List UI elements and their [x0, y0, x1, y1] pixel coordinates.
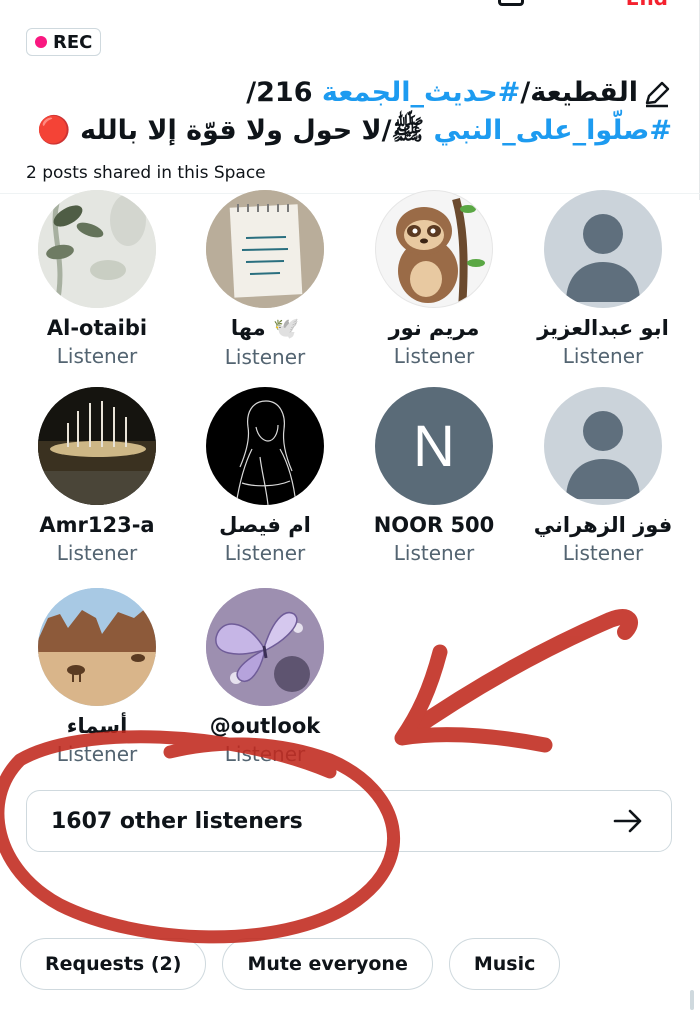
listener-name: NOOR 500 — [373, 513, 495, 537]
listener-card[interactable]: فوز الزهراني Listener — [528, 387, 678, 565]
other-listeners-button[interactable]: 1607 other listeners — [26, 790, 672, 852]
listener-card[interactable]: مها 🕊️ Listener — [190, 190, 340, 369]
top-bar: End — [0, 0, 700, 20]
listener-name: ابو عبدالعزيز — [537, 316, 669, 340]
listener-role: Listener — [56, 541, 138, 565]
listener-role: Listener — [393, 344, 475, 368]
listener-card[interactable]: مريم نور Listener — [359, 190, 509, 368]
listener-role: Listener — [224, 742, 306, 766]
listener-role: Listener — [224, 345, 306, 369]
listener-role: Listener — [224, 541, 306, 565]
music-button[interactable]: Music — [448, 938, 561, 990]
avatar-letter: N — [413, 413, 455, 479]
listener-role: Listener — [56, 344, 138, 368]
title-line1-pre: القطيعة/ — [520, 77, 638, 108]
listener-name: مها 🕊️ — [230, 316, 300, 340]
listener-role: Listener — [562, 344, 644, 368]
default-avatar — [544, 387, 662, 505]
arrow-right-icon — [613, 809, 642, 833]
listener-role: Listener — [56, 742, 138, 766]
listener-name: @outlook — [209, 714, 321, 738]
requests-button[interactable]: Requests (2) — [20, 938, 207, 990]
listener-name: Amr123-a — [39, 513, 155, 537]
listener-card[interactable]: أسماء Listener — [22, 588, 172, 766]
sketch-avatar — [206, 387, 324, 505]
listener-role: Listener — [562, 541, 644, 565]
listener-name: فوز الزهراني — [533, 513, 673, 537]
hashtag-hadith-jumua[interactable]: #حديث_الجمعة — [322, 77, 520, 108]
listener-card[interactable]: Al-otaibi Listener — [22, 190, 172, 368]
listener-card[interactable]: N NOOR 500 Listener — [359, 387, 509, 565]
recording-dot-icon — [35, 36, 47, 48]
listener-name: ام فيصل — [219, 513, 311, 537]
default-avatar — [544, 190, 662, 308]
letter-avatar: N — [375, 387, 493, 505]
listener-card[interactable]: ام فيصل Listener — [190, 387, 340, 565]
listener-name: أسماء — [66, 714, 128, 738]
rec-label: REC — [53, 31, 93, 53]
scrollbar[interactable] — [690, 990, 694, 1010]
red-circle-emoji: 🔴 — [37, 115, 71, 146]
minimize-icon[interactable] — [498, 0, 524, 6]
sloth-avatar — [375, 190, 493, 308]
listener-role: Listener — [393, 541, 475, 565]
control-chips: Requests (2) Mute everyone Music — [20, 938, 561, 990]
fountain-avatar — [38, 387, 156, 505]
annotation-arrow — [397, 609, 638, 743]
butterfly-avatar — [206, 588, 324, 706]
listener-card[interactable]: Amr123-a Listener — [22, 387, 172, 565]
title-line1-post: 216/ — [246, 77, 322, 108]
rec-badge: REC — [26, 28, 102, 56]
title-line2-text: ﷺ/لا حول ولا قوّة إلا بالله — [80, 115, 434, 146]
space-title: القطيعة/#حديث_الجمعة 216/ #صلّوا_على_الن… — [32, 74, 672, 150]
end-button[interactable]: End — [626, 0, 668, 10]
notebook-avatar — [206, 190, 324, 308]
annotation-arrow-head — [394, 644, 553, 753]
other-listeners-label: 1607 other listeners — [51, 808, 303, 834]
listener-card[interactable]: ابو عبدالعزيز Listener — [528, 190, 678, 368]
edit-pencil-icon[interactable] — [642, 79, 672, 109]
mute-everyone-button[interactable]: Mute everyone — [222, 938, 433, 990]
plant-avatar — [38, 190, 156, 308]
posts-shared-link[interactable]: 2 posts shared in this Space — [26, 163, 266, 183]
hashtag-salli-ala-nabi[interactable]: #صلّوا_على_النبي — [434, 115, 672, 146]
space-sheet: End REC القطيعة/#حديث_الجمعة 216/ #صلّوا… — [0, 0, 700, 1024]
listener-name: Al-otaibi — [46, 316, 148, 340]
desert-avatar — [38, 588, 156, 706]
listener-name: مريم نور — [388, 316, 480, 340]
listener-card[interactable]: @outlook Listener — [190, 588, 340, 766]
